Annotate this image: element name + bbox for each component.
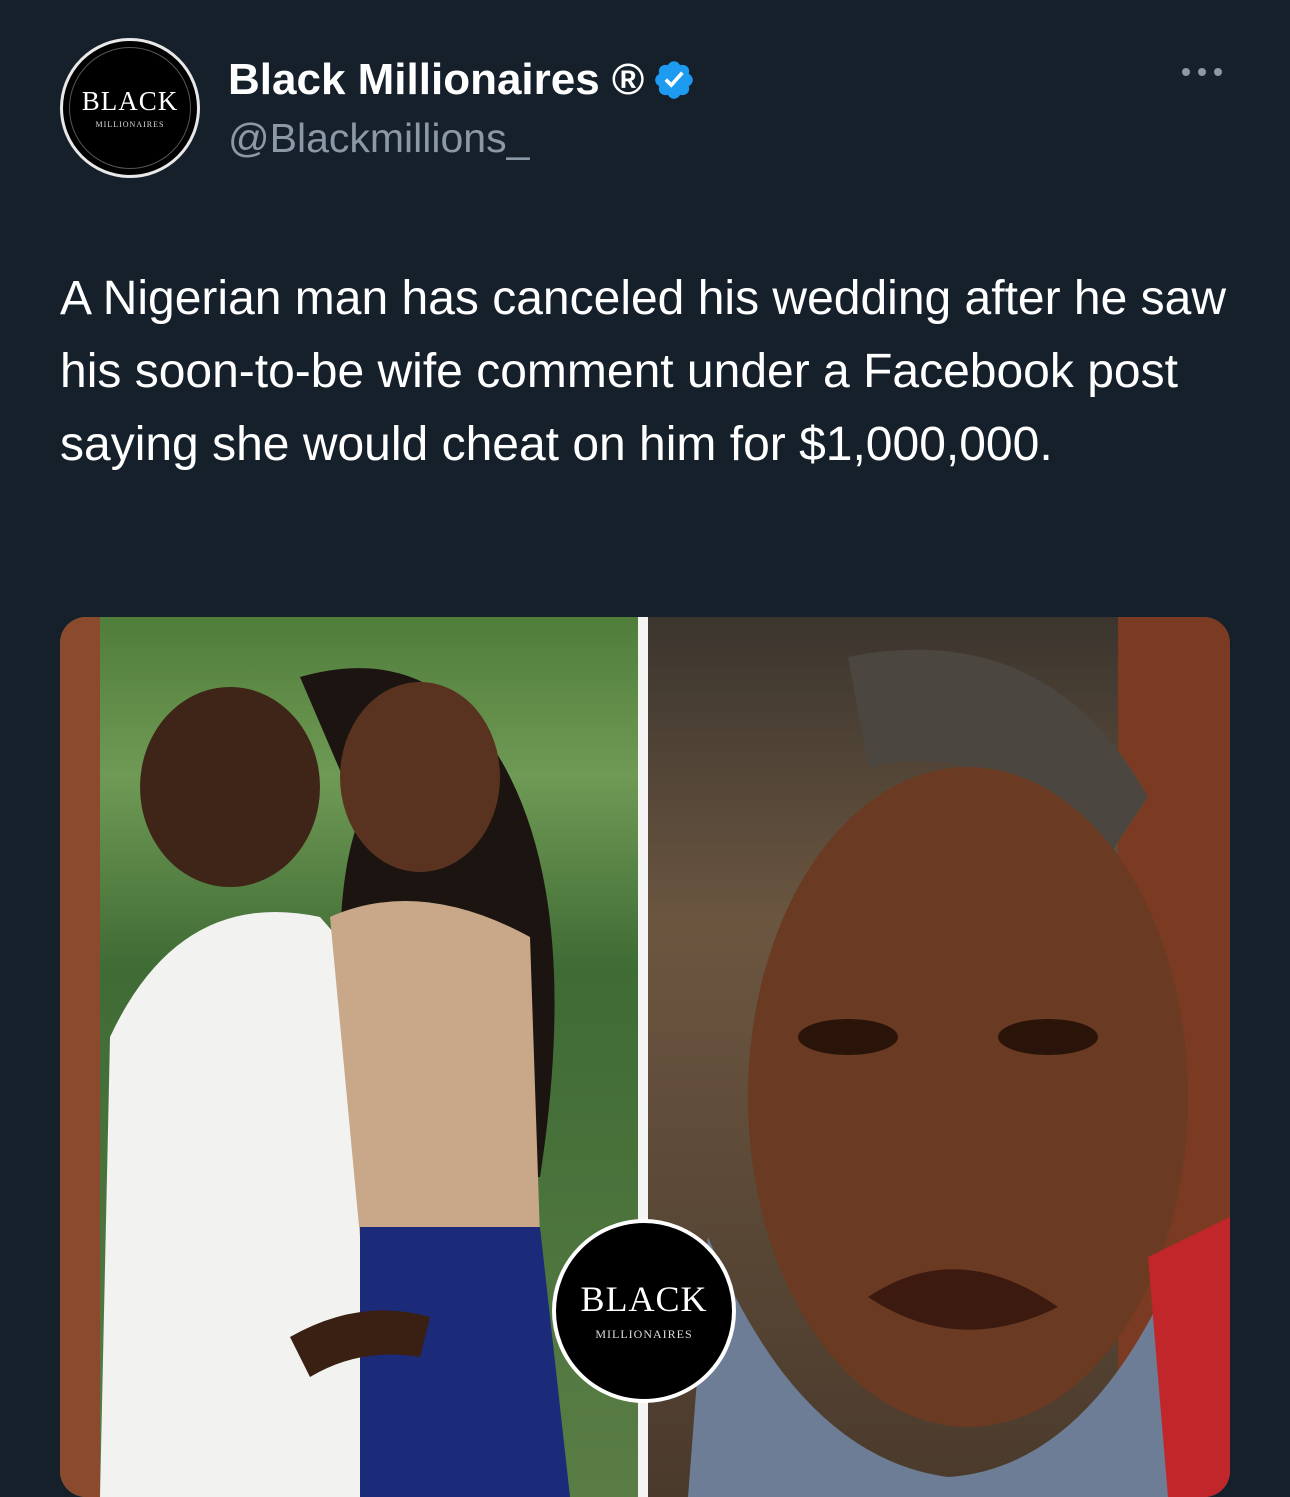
- tweet-media[interactable]: BLACK MILLIONAIRES: [60, 617, 1230, 1497]
- crying-woman-photo[interactable]: [648, 617, 1230, 1497]
- couple-illustration: [60, 617, 570, 1497]
- verified-badge-icon: [655, 61, 694, 99]
- crying-woman-illustration: [688, 617, 1230, 1497]
- user-handle[interactable]: @Blackmillions_: [228, 112, 696, 164]
- more-options-icon[interactable]: [1182, 68, 1222, 76]
- display-name[interactable]: Black Millionaires ®: [228, 54, 644, 106]
- watermark-logo: BLACK MILLIONAIRES: [552, 1219, 736, 1403]
- watermark-word: BLACK: [580, 1278, 708, 1319]
- tweet-header: BLACK MILLIONAIRES Black Millionaires ® …: [60, 38, 1230, 178]
- avatar[interactable]: BLACK MILLIONAIRES: [60, 38, 200, 178]
- more-dot: [1214, 68, 1222, 76]
- more-dot: [1182, 68, 1190, 76]
- more-dot: [1198, 68, 1206, 76]
- avatar-ring: [69, 47, 191, 169]
- author-names: Black Millionaires ® @Blackmillions_: [228, 54, 696, 164]
- watermark-sub: MILLIONAIRES: [595, 1326, 693, 1341]
- couple-photo[interactable]: [60, 617, 638, 1497]
- tweet-text: A Nigerian man has canceled his wedding …: [60, 272, 1227, 471]
- display-name-row: Black Millionaires ®: [228, 54, 696, 106]
